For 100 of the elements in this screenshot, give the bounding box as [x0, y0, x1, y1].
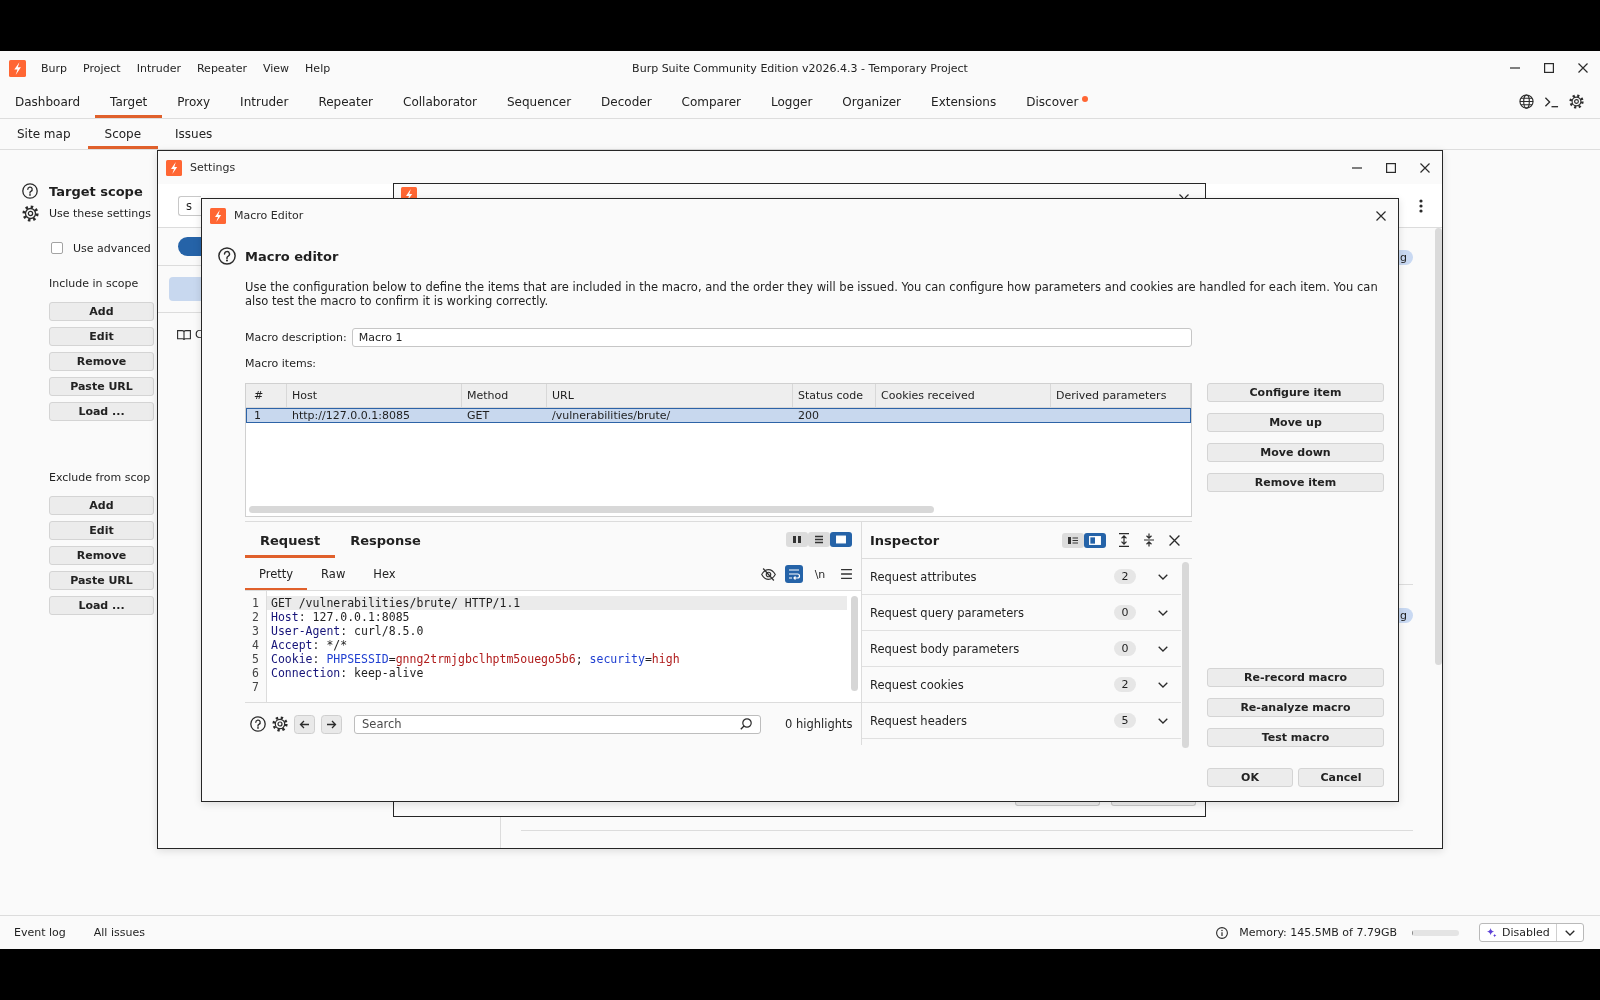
maximize-icon[interactable]	[1386, 162, 1396, 173]
terminal-icon[interactable]	[1544, 95, 1559, 108]
scope-button[interactable]: Paste URL	[49, 377, 154, 396]
tab[interactable]: Dashboard	[0, 85, 96, 118]
tab[interactable]: Site map	[0, 119, 88, 149]
close-icon[interactable]	[1578, 63, 1588, 73]
tab[interactable]: Proxy	[162, 85, 226, 118]
two-columns-icon[interactable]	[786, 532, 808, 547]
help-icon[interactable]	[250, 716, 266, 732]
section-title[interactable]: Request cookies	[870, 677, 964, 692]
tab[interactable]: Repeater	[303, 85, 388, 118]
close-icon[interactable]	[1376, 210, 1386, 221]
settings-icon[interactable]	[1569, 94, 1584, 109]
macro-button[interactable]: Test macro	[1207, 728, 1384, 747]
tab[interactable]: Decoder	[586, 85, 667, 118]
menu-icon[interactable]	[840, 569, 852, 579]
expand-icon[interactable]	[1118, 533, 1130, 547]
scope-button[interactable]: Remove	[49, 546, 154, 565]
scope-button[interactable]: Remove	[49, 352, 154, 371]
arrow-left-icon[interactable]	[294, 714, 315, 734]
column-header[interactable]: Host	[287, 384, 462, 408]
tab[interactable]: Collaborator	[388, 85, 492, 118]
tab[interactable]: Sequencer	[491, 85, 587, 118]
menu-item[interactable]: Help	[297, 59, 339, 77]
tab[interactable]: Organizer	[827, 85, 917, 118]
dialog-button[interactable]: OK	[1207, 768, 1293, 787]
section-title[interactable]: Request headers	[870, 713, 967, 728]
chevron-down-icon[interactable]	[1158, 573, 1168, 580]
newline-toggle[interactable]: \n	[811, 565, 829, 583]
text-field[interactable]: Macro 1	[351, 328, 1192, 347]
macro-button[interactable]: Re-analyze macro	[1207, 698, 1384, 717]
statusbar-tab[interactable]: Event log	[0, 922, 80, 943]
arrow-right-icon[interactable]	[321, 714, 342, 734]
column-header[interactable]: Method	[462, 384, 547, 408]
scope-button[interactable]: Edit	[49, 521, 154, 540]
menu-item[interactable]: View	[255, 59, 298, 77]
chevron-down-icon[interactable]	[1158, 717, 1168, 724]
settings-icon[interactable]	[22, 205, 39, 222]
info-icon[interactable]	[1216, 926, 1229, 939]
tab[interactable]: Discover	[1011, 85, 1104, 118]
pill-button[interactable]	[178, 237, 201, 256]
menu-item[interactable]: Burp	[33, 59, 76, 77]
column-header[interactable]: Cookies received	[876, 384, 1051, 408]
minimize-icon[interactable]	[1352, 166, 1362, 169]
tab[interactable]: Request	[245, 522, 336, 558]
menu-item[interactable]: Project	[75, 59, 129, 77]
column-header[interactable]: #	[246, 384, 287, 408]
tab[interactable]: Scope	[87, 119, 159, 149]
chevron-down-icon[interactable]	[1158, 645, 1168, 652]
scope-button[interactable]: Edit	[49, 327, 154, 346]
settings-icon[interactable]	[272, 716, 288, 732]
help-icon[interactable]	[22, 183, 38, 199]
section-title[interactable]: Request attributes	[870, 569, 977, 584]
scrollbar[interactable]	[851, 596, 858, 691]
maximize-icon[interactable]	[1544, 63, 1554, 73]
single-pane-icon[interactable]	[830, 532, 852, 547]
close-icon[interactable]	[1420, 162, 1430, 173]
globe-icon[interactable]	[1519, 94, 1534, 109]
tab[interactable]: Issues	[158, 119, 230, 149]
scrollbar[interactable]	[1435, 228, 1442, 665]
column-header[interactable]: Status code	[793, 384, 876, 408]
statusbar-tab[interactable]: All issues	[79, 922, 159, 943]
item-button[interactable]: Remove item	[1207, 473, 1384, 492]
tab[interactable]: Hex	[359, 558, 410, 590]
tab[interactable]: Target	[95, 85, 163, 118]
nav-link[interactable]: C	[195, 328, 203, 341]
rows-icon[interactable]	[808, 532, 830, 547]
column-header[interactable]: URL	[547, 384, 793, 408]
tab[interactable]: Raw	[307, 558, 360, 590]
menu-item[interactable]: Repeater	[188, 59, 255, 77]
scope-button[interactable]: Load ...	[49, 596, 154, 615]
scrollbar[interactable]	[249, 506, 934, 513]
item-button[interactable]: Move down	[1207, 443, 1384, 462]
table-row[interactable]: 1 http://127.0.0.1:8085 GET /vulnerabilities/brute/ 200	[246, 408, 1191, 423]
scope-button[interactable]: Paste URL	[49, 571, 154, 590]
scope-button[interactable]: Load ...	[49, 402, 154, 421]
list-icon[interactable]	[1062, 532, 1084, 548]
item-button[interactable]: Move up	[1207, 413, 1384, 432]
chevron-down-icon[interactable]	[1158, 609, 1168, 616]
scope-button[interactable]: Add	[49, 302, 154, 321]
section-title[interactable]: Request query parameters	[870, 605, 1024, 620]
scrollbar[interactable]	[1182, 562, 1189, 748]
item-button[interactable]: Configure item	[1207, 383, 1384, 402]
side-panel-icon[interactable]	[1084, 532, 1106, 548]
help-icon[interactable]	[218, 247, 236, 265]
search-field[interactable]: s	[178, 195, 201, 216]
tab[interactable]: Logger	[755, 85, 828, 118]
search-field[interactable]: Search	[354, 714, 761, 734]
tab[interactable]: Intruder	[225, 85, 304, 118]
wrap-icon[interactable]	[785, 565, 803, 583]
tab[interactable]: Response	[335, 522, 436, 558]
collapse-icon[interactable]	[1143, 533, 1155, 547]
close-icon[interactable]	[1168, 534, 1180, 546]
dropdown[interactable]: Disabled	[1479, 923, 1584, 942]
macro-button[interactable]: Re-record macro	[1207, 668, 1384, 687]
checkbox[interactable]	[51, 242, 63, 254]
chevron-down-icon[interactable]	[1158, 681, 1168, 688]
section-title[interactable]: Request body parameters	[870, 641, 1020, 656]
dialog-button[interactable]: Cancel	[1298, 768, 1384, 787]
tab[interactable]: Extensions	[916, 85, 1012, 118]
